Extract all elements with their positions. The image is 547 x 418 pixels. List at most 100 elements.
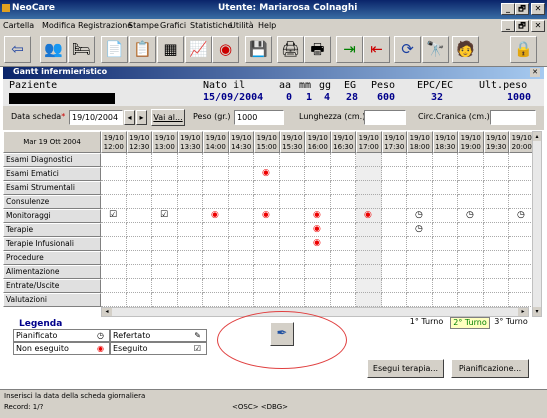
gantt-cell[interactable]	[432, 167, 458, 181]
patients-icon[interactable]: 🛏	[68, 36, 95, 63]
pianificato-icon[interactable]: ◷	[517, 211, 525, 220]
gantt-cell[interactable]	[381, 251, 407, 265]
gantt-cell[interactable]	[279, 209, 305, 223]
menu-stampe[interactable]: Stampe	[128, 21, 159, 30]
next-date-button[interactable]: ▸	[136, 110, 147, 125]
gantt-cell[interactable]	[330, 251, 356, 265]
gantt-cell[interactable]	[152, 237, 178, 251]
gantt-cell[interactable]	[483, 223, 509, 237]
gantt-cell[interactable]	[228, 181, 254, 195]
gantt-cell[interactable]	[483, 167, 509, 181]
printer-icon[interactable]: 🖨	[277, 36, 304, 63]
gantt-cell[interactable]	[177, 209, 203, 223]
gantt-cell[interactable]	[279, 181, 305, 195]
gantt-cell[interactable]	[483, 237, 509, 251]
esegui-terapia-button[interactable]: Esegui terapia...	[367, 359, 444, 378]
gantt-cell[interactable]	[254, 265, 280, 279]
back-icon[interactable]: ⇦	[4, 36, 31, 63]
non-eseguito-icon[interactable]: ◉	[262, 211, 270, 220]
gantt-cell[interactable]	[432, 195, 458, 209]
gantt-cell[interactable]	[381, 209, 407, 223]
pianificato-icon[interactable]: ◷	[415, 211, 423, 220]
gantt-cell[interactable]	[228, 223, 254, 237]
gantt-cell[interactable]	[228, 153, 254, 167]
gantt-cell[interactable]	[483, 279, 509, 293]
gantt-cell[interactable]	[381, 181, 407, 195]
calculator-icon[interactable]: ▦	[157, 36, 184, 63]
gantt-cell[interactable]	[228, 279, 254, 293]
gantt-cell[interactable]	[407, 195, 433, 209]
gantt-cell[interactable]	[483, 181, 509, 195]
gantt-cell[interactable]	[228, 195, 254, 209]
gantt-cell[interactable]	[305, 279, 331, 293]
gantt-cell[interactable]	[330, 195, 356, 209]
gantt-cell[interactable]	[254, 237, 280, 251]
gantt-cell[interactable]	[279, 251, 305, 265]
non-eseguito-icon[interactable]: ◉	[313, 211, 321, 220]
target-icon[interactable]: ◉	[212, 36, 239, 63]
gantt-cell[interactable]	[203, 279, 229, 293]
gantt-cell[interactable]	[101, 223, 127, 237]
gantt-cell[interactable]	[279, 223, 305, 237]
gantt-cell[interactable]	[356, 167, 382, 181]
gantt-cell[interactable]	[458, 223, 484, 237]
gantt-cell[interactable]	[432, 223, 458, 237]
gantt-cell[interactable]	[254, 153, 280, 167]
gantt-cell[interactable]	[381, 153, 407, 167]
pianificato-icon[interactable]: ◷	[466, 211, 474, 220]
non-eseguito-icon[interactable]: ◉	[211, 211, 219, 220]
vai-al-button[interactable]: Vai al...	[151, 109, 185, 126]
non-eseguito-icon[interactable]: ◉	[313, 225, 321, 234]
gantt-cell[interactable]	[381, 167, 407, 181]
gantt-cell[interactable]	[432, 209, 458, 223]
gantt-cell[interactable]	[305, 167, 331, 181]
row-label[interactable]: Esami Diagnostici	[3, 153, 101, 167]
gantt-cell[interactable]	[407, 181, 433, 195]
gantt-cell[interactable]	[483, 209, 509, 223]
row-label[interactable]: Entrate/Uscite	[3, 279, 101, 293]
gantt-cell[interactable]	[458, 167, 484, 181]
gantt-cell[interactable]	[458, 181, 484, 195]
gantt-cell[interactable]	[330, 279, 356, 293]
gantt-cell[interactable]	[509, 237, 535, 251]
gantt-cell[interactable]	[126, 265, 152, 279]
row-label[interactable]: Esami Ematici	[3, 167, 101, 181]
gantt-cell[interactable]	[305, 181, 331, 195]
gantt-cell[interactable]	[177, 237, 203, 251]
gantt-cell[interactable]	[458, 237, 484, 251]
chart-icon[interactable]: 📈	[185, 36, 212, 63]
gantt-cell[interactable]	[407, 293, 433, 307]
gantt-cell[interactable]	[509, 195, 535, 209]
gantt-cell[interactable]	[126, 237, 152, 251]
gantt-cell[interactable]	[356, 293, 382, 307]
gantt-cell[interactable]	[279, 237, 305, 251]
lock-icon[interactable]: 🔒	[510, 36, 537, 63]
gantt-cell[interactable]	[279, 153, 305, 167]
gantt-cell[interactable]	[407, 265, 433, 279]
gantt-cell[interactable]	[254, 279, 280, 293]
menu-grafici[interactable]: Grafici	[160, 21, 186, 30]
gantt-cell[interactable]	[356, 153, 382, 167]
row-label[interactable]: Procedure	[3, 251, 101, 265]
users-icon[interactable]: 👥	[40, 36, 67, 63]
pianificazione-button[interactable]: Pianificazione...	[451, 359, 529, 378]
non-eseguito-icon[interactable]: ◉	[313, 239, 321, 248]
child-minimize-button[interactable]: _	[501, 20, 515, 32]
gantt-cell[interactable]	[126, 279, 152, 293]
gantt-cell[interactable]	[509, 251, 535, 265]
gantt-cell[interactable]	[407, 153, 433, 167]
gantt-cell[interactable]	[126, 251, 152, 265]
gantt-cell[interactable]	[330, 209, 356, 223]
gantt-cell[interactable]	[458, 279, 484, 293]
gantt-cell[interactable]	[177, 279, 203, 293]
gantt-cell[interactable]	[126, 223, 152, 237]
gantt-cell[interactable]	[381, 195, 407, 209]
gantt-cell[interactable]	[177, 265, 203, 279]
gantt-cell[interactable]	[203, 181, 229, 195]
gantt-cell[interactable]	[203, 251, 229, 265]
gantt-cell[interactable]	[177, 251, 203, 265]
refresh-icon[interactable]: ⟳	[394, 36, 421, 63]
gantt-cell[interactable]	[381, 293, 407, 307]
maximize-button[interactable]: 🗗	[515, 3, 529, 15]
scroll-up-arrow[interactable]: ▴	[533, 132, 541, 141]
